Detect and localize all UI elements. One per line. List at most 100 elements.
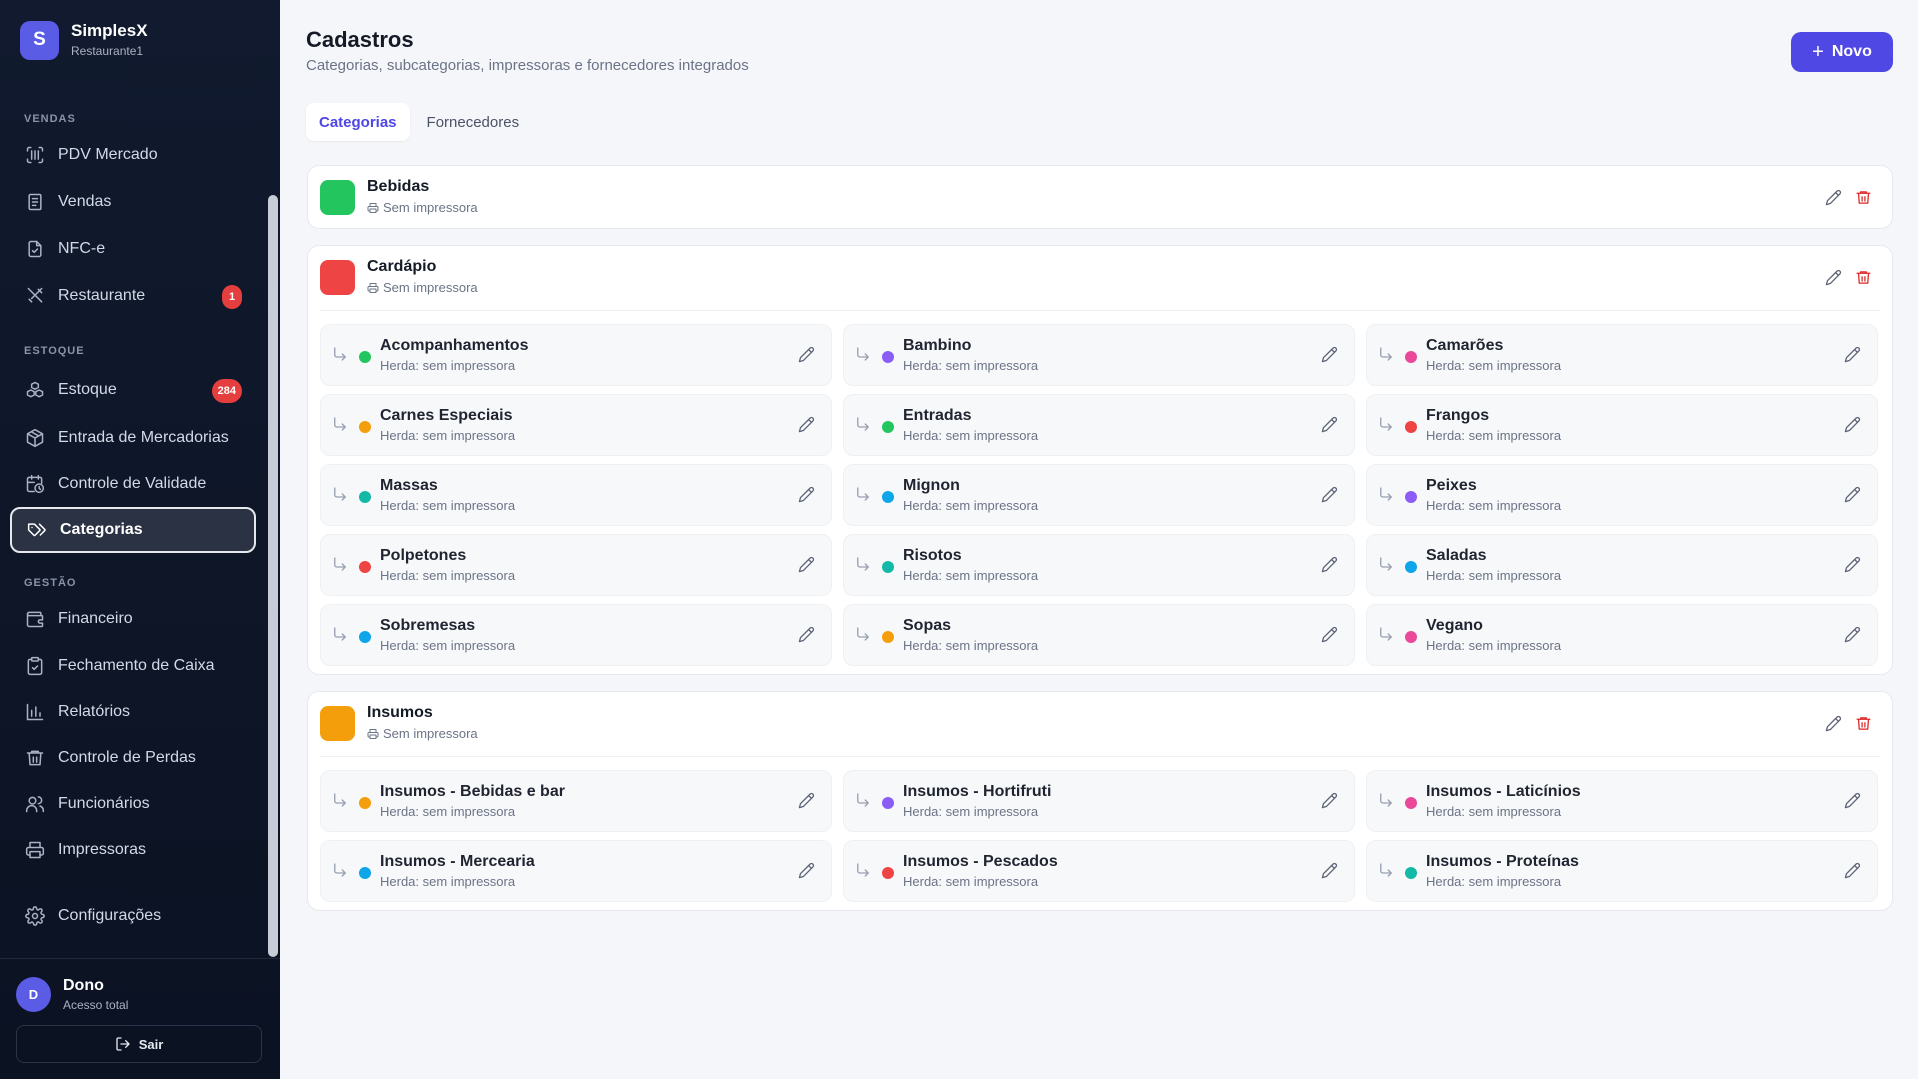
subcategory-item[interactable]: Sopas Herda: sem impressora	[843, 604, 1355, 666]
user-profile: D Dono Acesso total	[16, 977, 128, 1012]
sidebar-item-configuracoes[interactable]: Configurações	[10, 893, 256, 939]
subcategory-item[interactable]: Sobremesas Herda: sem impressora	[320, 604, 832, 666]
delete-category-button[interactable]	[1855, 715, 1872, 732]
tab-fornecedores[interactable]: Fornecedores	[414, 103, 533, 141]
subcategory-item[interactable]: Polpetones Herda: sem impressora	[320, 534, 832, 596]
edit-subcategory-button[interactable]	[1844, 416, 1861, 433]
subcategory-item[interactable]: Entradas Herda: sem impressora	[843, 394, 1355, 456]
edit-subcategory-button[interactable]	[798, 626, 815, 643]
subcategory-item[interactable]: Mignon Herda: sem impressora	[843, 464, 1355, 526]
category-printer: Sem impressora	[367, 280, 478, 295]
subcategory-printer-info: Herda: sem impressora	[903, 428, 1039, 443]
page-title: Cadastros	[306, 27, 414, 52]
sidebar-scrollbar[interactable]	[268, 195, 278, 957]
subcategory-item[interactable]: Insumos - Proteínas Herda: sem impressora	[1366, 840, 1878, 902]
subcategory-item[interactable]: Insumos - Hortifruti Herda: sem impressor…	[843, 770, 1355, 832]
edit-subcategory-button[interactable]	[1844, 556, 1861, 573]
subcategory-color-dot	[882, 491, 894, 503]
subcategory-item[interactable]: Insumos - Pescados Herda: sem impressora	[843, 840, 1355, 902]
sidebar-item-label: Impressoras	[58, 841, 147, 858]
subcategory-printer-info: Herda: sem impressora	[1426, 568, 1562, 583]
subcategory-item[interactable]: Carnes Especiais Herda: sem impressora	[320, 394, 832, 456]
subcategory-item[interactable]: Insumos - Mercearia Herda: sem impressora	[320, 840, 832, 902]
subcategory-item[interactable]: Risotos Herda: sem impressora	[843, 534, 1355, 596]
subcategory-printer-info: Herda: sem impressora	[1426, 804, 1562, 819]
sidebar-item-nfce[interactable]: NFC-e	[10, 226, 256, 272]
subcategory-item[interactable]: Acompanhamentos Herda: sem impressora	[320, 324, 832, 386]
edit-subcategory-button[interactable]	[798, 556, 815, 573]
subcategory-color-dot	[882, 561, 894, 573]
subcategory-item[interactable]: Massas Herda: sem impressora	[320, 464, 832, 526]
brand-subtitle: Restaurante1	[71, 44, 144, 58]
brand[interactable]: S SimplesX Restaurante1	[20, 20, 148, 60]
subcategory-color-dot	[882, 351, 894, 363]
delete-category-button[interactable]	[1855, 189, 1872, 206]
edit-subcategory-button[interactable]	[1844, 626, 1861, 643]
edit-subcategory-button[interactable]	[1844, 486, 1861, 503]
edit-subcategory-button[interactable]	[1321, 486, 1338, 503]
subcategory-name: Insumos - Laticínios	[1426, 783, 1581, 800]
wallet-icon	[24, 608, 46, 630]
sidebar-item-categorias[interactable]: Categorias	[10, 507, 256, 553]
edit-category-button[interactable]	[1825, 269, 1842, 286]
edit-subcategory-button[interactable]	[1321, 556, 1338, 573]
corner-down-right-icon	[1377, 555, 1395, 573]
edit-subcategory-button[interactable]	[1321, 792, 1338, 809]
category-name: Insumos	[367, 704, 433, 721]
subcategory-item[interactable]: Frangos Herda: sem impressora	[1366, 394, 1878, 456]
sidebar-item-vendas[interactable]: Vendas	[10, 179, 256, 225]
subcategory-item[interactable]: Insumos - Laticínios Herda: sem impressor…	[1366, 770, 1878, 832]
edit-category-button[interactable]	[1825, 715, 1842, 732]
subcategory-item[interactable]: Saladas Herda: sem impressora	[1366, 534, 1878, 596]
logout-button[interactable]: Sair	[16, 1025, 262, 1063]
edit-subcategory-button[interactable]	[1321, 416, 1338, 433]
sidebar-item-label: Categorias	[60, 521, 143, 538]
sidebar-item-controle-perdas[interactable]: Controle de Perdas	[10, 735, 256, 781]
edit-subcategory-button[interactable]	[798, 346, 815, 363]
edit-subcategory-button[interactable]	[1321, 626, 1338, 643]
edit-subcategory-button[interactable]	[798, 792, 815, 809]
sidebar-item-relatorios[interactable]: Relatórios	[10, 689, 256, 735]
subcategory-name: Saladas	[1426, 547, 1487, 564]
sidebar-item-restaurante[interactable]: Restaurante 1	[10, 273, 256, 319]
sidebar-item-label: Funcionários	[58, 795, 150, 812]
edit-category-button[interactable]	[1825, 189, 1842, 206]
subcategory-name: Frangos	[1426, 407, 1490, 424]
sidebar-item-fechamento-caixa[interactable]: Fechamento de Caixa	[10, 643, 256, 689]
edit-subcategory-button[interactable]	[798, 486, 815, 503]
sidebar-item-funcionarios[interactable]: Funcionários	[10, 781, 256, 827]
new-button[interactable]: + Novo	[1791, 32, 1893, 72]
subcategory-item[interactable]: Insumos - Bebidas e bar Herda: sem impres…	[320, 770, 832, 832]
sidebar-item-impressoras[interactable]: Impressoras	[10, 827, 256, 873]
tab-categorias[interactable]: Categorias	[306, 103, 410, 141]
section-gestao: GESTÃO	[24, 577, 77, 589]
section-vendas: VENDAS	[24, 113, 76, 125]
sidebar-item-estoque[interactable]: Estoque 284	[10, 367, 256, 413]
boxes-icon	[24, 379, 46, 401]
subcategory-printer-info: Herda: sem impressora	[903, 498, 1039, 513]
sidebar-item-pdv-mercado[interactable]: PDV Mercado	[10, 132, 256, 178]
delete-category-button[interactable]	[1855, 269, 1872, 286]
edit-subcategory-button[interactable]	[1844, 792, 1861, 809]
edit-subcategory-button[interactable]	[1321, 346, 1338, 363]
edit-subcategory-button[interactable]	[798, 862, 815, 879]
edit-subcategory-button[interactable]	[798, 416, 815, 433]
edit-subcategory-button[interactable]	[1844, 346, 1861, 363]
sidebar-item-financeiro[interactable]: Financeiro	[10, 596, 256, 642]
pencil-icon	[1321, 346, 1338, 363]
pencil-icon	[798, 416, 815, 433]
edit-subcategory-button[interactable]	[1321, 862, 1338, 879]
bar-chart-icon	[24, 701, 46, 723]
corner-down-right-icon	[1377, 485, 1395, 503]
sidebar-item-label: PDV Mercado	[58, 146, 158, 163]
edit-subcategory-button[interactable]	[1844, 862, 1861, 879]
sidebar-item-controle-validade[interactable]: Controle de Validade	[10, 461, 256, 507]
subcategory-item[interactable]: Camarões Herda: sem impressora	[1366, 324, 1878, 386]
subcategory-item[interactable]: Vegano Herda: sem impressora	[1366, 604, 1878, 666]
subcategory-color-dot	[882, 867, 894, 879]
sidebar-item-entrada-mercadorias[interactable]: Entrada de Mercadorias	[10, 415, 256, 461]
subcategory-item[interactable]: Peixes Herda: sem impressora	[1366, 464, 1878, 526]
sidebar-footer: D Dono Acesso total Sair	[0, 958, 280, 1079]
subcategory-color-dot	[1405, 421, 1417, 433]
subcategory-item[interactable]: Bambino Herda: sem impressora	[843, 324, 1355, 386]
